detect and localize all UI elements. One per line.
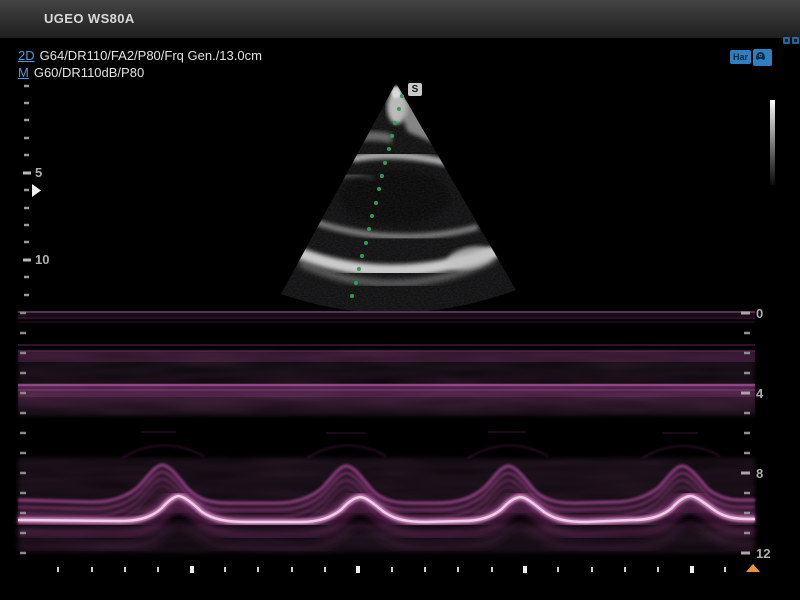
m-mode-trace: [18, 311, 755, 553]
display-graphics: [0, 0, 800, 600]
depth-ruler-2d: [23, 86, 41, 295]
ultrasound-screen: UGEO WS80A 2DG64/DR110/FA2/P80/Frq Gen./…: [0, 0, 800, 600]
2d-image: [270, 83, 530, 338]
sweep-position-icon[interactable]: [746, 564, 760, 572]
time-ruler: [58, 564, 760, 573]
focus-marker-icon[interactable]: [32, 184, 41, 197]
